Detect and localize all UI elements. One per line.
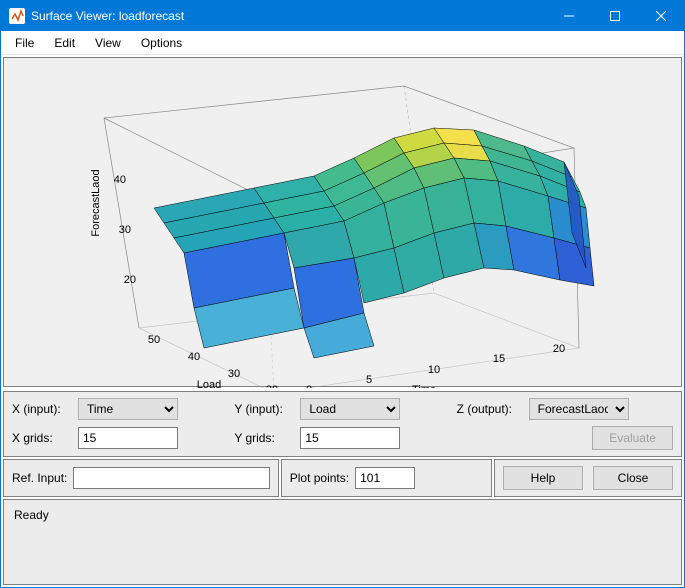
x-tick: 20 bbox=[266, 384, 278, 388]
zoutput-label: Z (output): bbox=[457, 402, 523, 416]
z-tick: 40 bbox=[114, 174, 126, 186]
yinput-select[interactable]: Load bbox=[300, 398, 400, 420]
refinput-input[interactable] bbox=[73, 467, 269, 489]
zoutput-select[interactable]: ForecastLaod bbox=[529, 398, 629, 420]
x-tick: 40 bbox=[188, 351, 200, 363]
menu-edit[interactable]: Edit bbox=[44, 33, 85, 53]
x-axis-label: Load bbox=[197, 379, 221, 388]
z-tick: 30 bbox=[119, 224, 131, 236]
titlebar[interactable]: Surface Viewer: loadforecast bbox=[1, 1, 684, 31]
ygrids-input[interactable] bbox=[300, 427, 400, 449]
menu-file[interactable]: File bbox=[5, 33, 44, 53]
x-tick: 50 bbox=[148, 334, 160, 346]
help-button[interactable]: Help bbox=[503, 466, 583, 490]
plotpoints-label: Plot points: bbox=[290, 471, 349, 485]
refinput-label: Ref. Input: bbox=[12, 471, 67, 485]
y-tick: 15 bbox=[493, 353, 505, 365]
xgrids-label: X grids: bbox=[12, 431, 72, 445]
maximize-button[interactable] bbox=[592, 1, 638, 31]
y-tick: 20 bbox=[553, 343, 565, 355]
menu-view[interactable]: View bbox=[85, 33, 131, 53]
xinput-label: X (input): bbox=[12, 402, 72, 416]
window-controls bbox=[546, 1, 684, 31]
bottom-row: Ref. Input: Plot points: Help Close bbox=[3, 459, 682, 497]
window-title: Surface Viewer: loadforecast bbox=[31, 9, 546, 23]
input-panel: X (input): Time Y (input): Load Z (outpu… bbox=[3, 391, 682, 457]
x-tick: 30 bbox=[228, 368, 240, 380]
plotpoints-input[interactable] bbox=[355, 467, 415, 489]
y-tick: 5 bbox=[366, 374, 372, 386]
surface-plot[interactable]: 40 30 20 ForecastLaod 50 40 30 20 Load 0… bbox=[3, 57, 682, 387]
y-axis-label: Time bbox=[412, 384, 436, 388]
minimize-button[interactable] bbox=[546, 1, 592, 31]
yinput-label: Y (input): bbox=[234, 402, 294, 416]
y-tick: 10 bbox=[428, 364, 440, 376]
menubar: File Edit View Options bbox=[1, 31, 684, 55]
xgrids-input[interactable] bbox=[78, 427, 178, 449]
menu-options[interactable]: Options bbox=[131, 33, 192, 53]
evaluate-button[interactable]: Evaluate bbox=[592, 426, 673, 450]
z-tick: 20 bbox=[124, 274, 136, 286]
status-bar: Ready bbox=[3, 499, 682, 585]
z-axis-label: ForecastLaod bbox=[90, 169, 102, 236]
xinput-select[interactable]: Time bbox=[78, 398, 178, 420]
app-window: Surface Viewer: loadforecast File Edit V… bbox=[0, 0, 685, 588]
matlab-icon bbox=[9, 8, 25, 24]
ygrids-label: Y grids: bbox=[234, 431, 294, 445]
close-window-button[interactable] bbox=[638, 1, 684, 31]
close-button[interactable]: Close bbox=[593, 466, 673, 490]
y-tick: 0 bbox=[306, 384, 312, 388]
